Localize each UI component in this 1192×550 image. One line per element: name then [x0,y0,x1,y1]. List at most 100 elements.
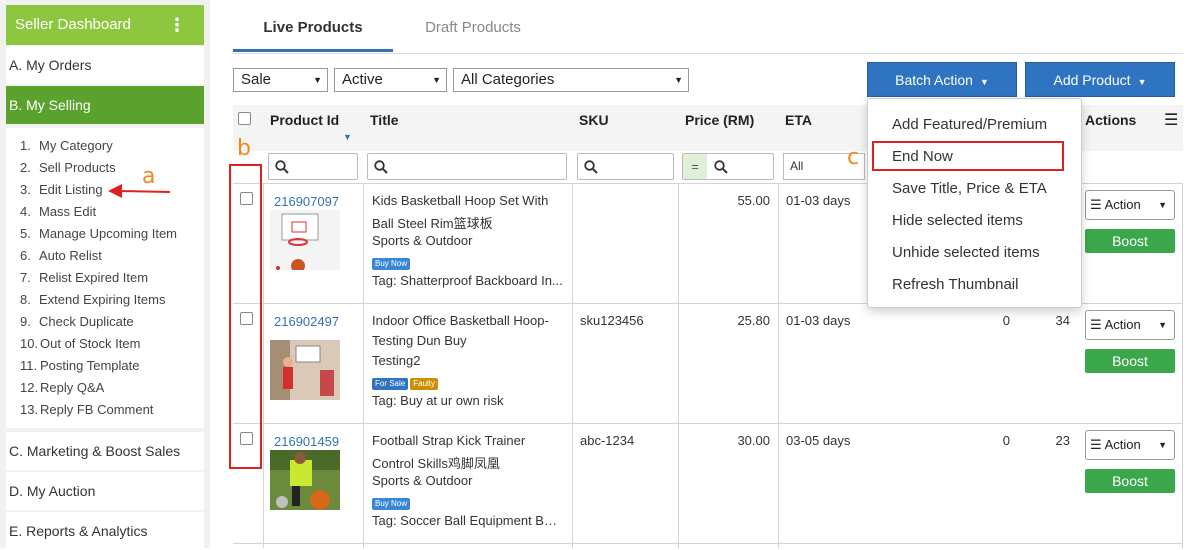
add-product-button[interactable]: Add Product ▼ [1025,62,1175,97]
sidebar-item[interactable]: 4. Mass Edit [20,201,96,223]
row-action-select[interactable]: ☰ Action ▼ [1085,310,1175,340]
sidebar-item-number: 3. [20,182,31,197]
row-action-select[interactable]: ☰ Action ▼ [1085,430,1175,460]
caret-down-icon: ▼ [979,77,989,87]
column-divider [572,183,573,548]
boost-button[interactable]: Boost [1085,349,1175,373]
tab-live-products[interactable]: Live Products [233,8,393,52]
title-filter-input[interactable] [367,153,567,180]
boost-button[interactable]: Boost [1085,469,1175,493]
product-stat-b: 34 [1055,313,1070,328]
sidebar-section-marketing[interactable]: C. Marketing & Boost Sales [6,432,204,470]
column-title[interactable]: Title [370,112,399,128]
caret-down-icon: ▼ [1137,77,1147,87]
sidebar-item[interactable]: 13. Reply FB Comment [20,399,153,421]
tab-divider [233,53,1183,54]
column-eta[interactable]: ETA [785,112,812,128]
batch-action-button[interactable]: Batch Action ▼ [867,62,1017,97]
column-product-id[interactable]: Product Id [270,112,339,128]
sidebar-item-label: Manage Upcoming Item [39,226,178,241]
row-action-select[interactable]: ☰ Action ▼ [1085,190,1175,220]
sidebar-item-number: 12. [20,380,39,395]
sidebar-item[interactable]: 3. Edit Listing [20,179,103,201]
caret-down-icon: ▼ [313,75,322,85]
sidebar-item[interactable]: 7. Relist Expired Item [20,267,148,289]
product-tag: Tag: Buy at ur own risk [372,393,504,408]
sidebar-item-label: Check Duplicate [39,314,134,329]
status-select[interactable]: Active ▼ [334,68,447,92]
annotation-b: b [237,136,251,161]
menu-item-hide-selected[interactable]: Hide selected items [892,212,1023,229]
sidebar-item[interactable]: 1. My Category [20,135,113,157]
sidebar-section-my-selling[interactable]: B. My Selling [6,86,204,124]
sort-desc-icon[interactable]: ▼ [343,132,352,142]
sale-type-select[interactable]: Sale ▼ [233,68,328,92]
sidebar-item-number: 8. [20,292,31,307]
product-title-line1: Indoor Office Basketball Hoop- [372,313,549,328]
sidebar-item-number: 10. [20,336,39,351]
column-price[interactable]: Price (RM) [685,112,754,128]
product-eta: 01-03 days [786,193,851,208]
product-title-line2: Ball Steel Rim篮球板 [372,216,493,231]
sidebar-item-number: 11. [20,358,38,373]
menu-item-refresh-thumbnail[interactable]: Refresh Thumbnail [892,276,1018,293]
annotation-highlight-checkboxes [229,164,262,469]
sidebar-item-label: Edit Listing [39,182,103,197]
sidebar-item-number: 2. [20,160,31,175]
sidebar-section-reports[interactable]: E. Reports & Analytics [6,512,204,550]
sidebar-item[interactable]: 9. Check Duplicate [20,311,134,333]
sidebar-item[interactable]: 5. Manage Upcoming Item [20,223,177,245]
caret-down-icon: ▼ [1158,200,1167,210]
select-all-checkbox[interactable] [238,112,251,125]
product-thumbnail[interactable] [270,450,340,510]
menu-item-save-title-price-eta[interactable]: Save Title, Price & ETA [892,180,1047,197]
status-value: Active [342,71,383,88]
boost-button[interactable]: Boost [1085,229,1175,253]
column-sku[interactable]: SKU [579,112,609,128]
column-divider [263,183,264,548]
more-vertical-icon[interactable]: ⋮ [168,5,186,45]
column-divider [1182,183,1183,548]
product-stat-a: 0 [1002,313,1010,328]
sidebar-item-number: 9. [20,314,31,329]
sidebar-item[interactable]: 6. Auto Relist [20,245,102,267]
sidebar-item-label: Sell Products [39,160,116,175]
sidebar-header: Seller Dashboard ⋮ [6,5,204,45]
sku-filter-input[interactable] [577,153,674,180]
menu-item-add-featured[interactable]: Add Featured/Premium [892,116,1047,133]
category-select[interactable]: All Categories ▼ [453,68,689,92]
sidebar-item[interactable]: 10. Out of Stock Item [20,333,140,355]
row-divider [233,423,1183,424]
price-operator[interactable]: = [683,154,707,179]
sidebar-section-my-orders[interactable]: A. My Orders [6,46,204,84]
sidebar-item[interactable]: 12. Reply Q&A [20,377,104,399]
sidebar-item-label: Relist Expired Item [39,270,149,285]
menu-item-unhide-selected[interactable]: Unhide selected items [892,244,1040,261]
action-label: Action [1104,317,1141,332]
product-id-link[interactable]: 216901459 [274,434,339,449]
product-thumbnail[interactable] [270,340,340,400]
sidebar-item[interactable]: 11. Posting Template [20,355,140,377]
menu-icon[interactable]: ☰ [1164,110,1178,130]
sidebar-item-number: 13. [20,402,39,417]
product-title-line2: Testing Dun Buy [372,333,467,348]
caret-down-icon: ▼ [1158,320,1167,330]
price-filter-input[interactable]: = [682,153,774,180]
sidebar-section-my-auction[interactable]: D. My Auction [6,472,204,510]
product-price: 30.00 [737,433,770,448]
product-tag: Tag: Soccer Ball Equipment Belt... [372,513,564,528]
sidebar-item-label: Reply FB Comment [40,402,154,417]
annotation-highlight-end-now [872,141,1064,171]
product-thumbnail[interactable] [270,210,340,270]
product-id-link[interactable]: 216907097 [274,194,339,209]
badge-for-sale: For Sale [372,378,409,390]
product-eta: 01-03 days [786,313,851,328]
batch-action-menu: Add Featured/Premium End Now Save Title,… [867,98,1082,308]
product-stat-a: 0 [1002,433,1010,448]
sidebar-item[interactable]: 8. Extend Expiring Items [20,289,165,311]
sidebar-item[interactable]: 2. Sell Products [20,157,116,179]
product-id-filter-input[interactable] [268,153,358,180]
add-product-label: Add Product [1053,72,1131,88]
product-id-link[interactable]: 216902497 [274,314,339,329]
tab-draft-products[interactable]: Draft Products [393,8,553,52]
